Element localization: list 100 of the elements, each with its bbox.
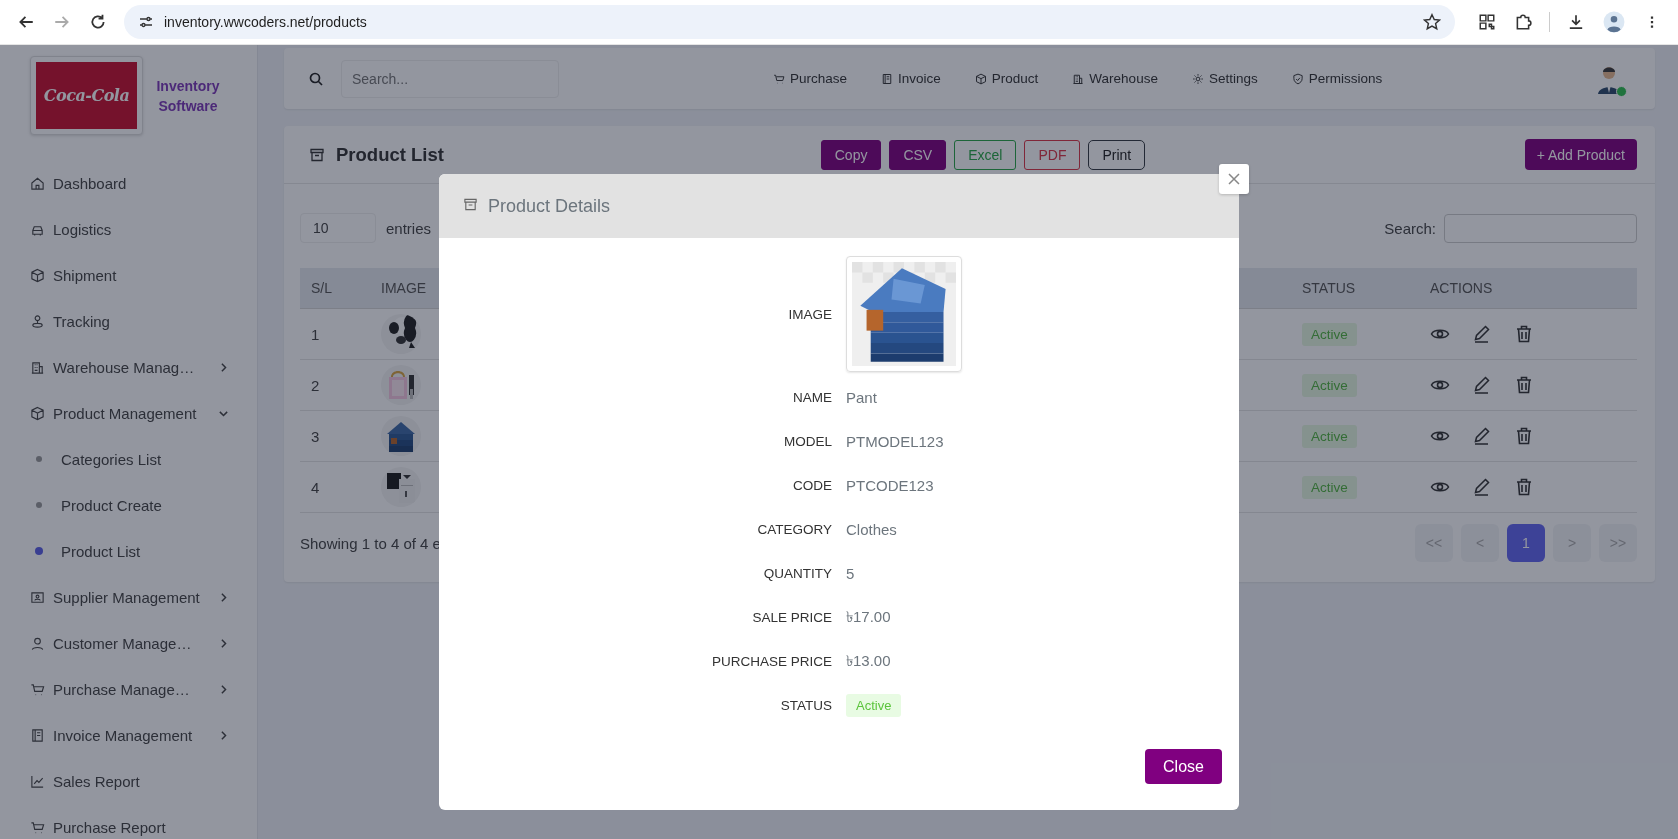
field-label: STATUS — [780, 697, 832, 713]
export-button[interactable]: Excel — [954, 139, 1017, 170]
field-label: MODEL — [784, 433, 832, 449]
edit-icon[interactable] — [1472, 324, 1492, 344]
document-icon — [30, 727, 45, 743]
status-badge: Active — [1302, 475, 1357, 499]
sidebar-item[interactable]: Warehouse Manag… — [30, 344, 230, 390]
export-button[interactable]: Print — [1088, 139, 1146, 170]
field-label: QUANTITY — [763, 565, 832, 581]
archive-box-icon — [463, 196, 478, 212]
sidebar-item[interactable]: Dashboard — [30, 160, 230, 206]
table-search-field[interactable] — [1444, 213, 1637, 243]
sidebar-item[interactable]: Logistics — [30, 206, 230, 252]
bookmark-star-icon[interactable] — [1423, 13, 1441, 31]
sidebar-item[interactable]: Customer Manage… — [30, 620, 230, 666]
sidebar-label: Purchase Report — [53, 818, 166, 836]
page-size-select[interactable]: 10 — [300, 213, 376, 243]
nav-link[interactable]: Purchase — [773, 71, 848, 86]
field-value: PTMODEL123 — [846, 432, 944, 450]
add-product-button[interactable]: + Add Product — [1524, 139, 1637, 170]
sidebar-item[interactable]: Product Management — [30, 390, 230, 436]
sidebar-item[interactable]: Purchase Manage… — [30, 666, 230, 712]
column-header: ACTIONS — [1429, 280, 1494, 296]
sidebar-label: Supplier Management — [53, 588, 200, 606]
trash-icon[interactable] — [1514, 375, 1534, 395]
field-label: CODE — [793, 477, 832, 493]
field-value: Clothes — [846, 520, 897, 538]
close-icon — [1226, 171, 1242, 187]
cart-icon — [30, 681, 45, 697]
sidebar-subitem[interactable]: Product List — [30, 528, 257, 574]
field-label: SALE PRICE — [752, 609, 832, 625]
modal-title: Product Details — [488, 195, 611, 217]
sidebar-label: Invoice Management — [53, 726, 193, 744]
sidebar-item[interactable]: Supplier Management — [30, 574, 230, 620]
archive-box-icon — [309, 146, 325, 163]
export-button[interactable]: PDF — [1024, 139, 1081, 170]
chart-icon — [30, 773, 45, 789]
id-card-icon — [30, 589, 45, 605]
table-cell-text: 1 — [310, 325, 321, 343]
table-cell-text: 4 — [310, 478, 321, 496]
close-icon-button[interactable] — [1219, 164, 1249, 194]
entries-label: entries — [386, 219, 432, 237]
sidebar-label: Customer Manage… — [53, 634, 192, 652]
person-pin-icon — [30, 313, 45, 329]
sidebar-label: Product Management — [53, 404, 197, 422]
card-title: Product List — [336, 143, 444, 166]
field-label: IMAGE — [788, 306, 832, 322]
export-button[interactable]: CSV — [889, 139, 947, 170]
sidebar-label: Logistics — [53, 220, 112, 238]
person-icon — [30, 635, 45, 651]
edit-icon[interactable] — [1472, 375, 1492, 395]
sidebar-item[interactable]: Tracking — [30, 298, 230, 344]
cube-icon — [30, 405, 45, 421]
sidebar-label: Product List — [61, 542, 141, 560]
sidebar-label: Warehouse Manag… — [53, 358, 195, 376]
field-value: 5 — [846, 564, 855, 582]
document-icon — [881, 72, 894, 85]
status-badge: Active — [1302, 322, 1357, 346]
close-button[interactable]: Close — [1145, 749, 1222, 784]
pagination-button[interactable]: 1 — [1507, 524, 1545, 562]
column-header: IMAGE — [380, 280, 428, 296]
search-field[interactable]: Search... — [341, 59, 559, 98]
home-icon — [30, 175, 45, 191]
edit-icon[interactable] — [1472, 477, 1492, 497]
field-label: PURCHASE PRICE — [711, 653, 832, 669]
column-header: S/L — [310, 280, 333, 296]
sidebar-item[interactable]: Sales Report — [30, 758, 230, 804]
field-value: PTCODE123 — [846, 476, 934, 494]
building-icon — [30, 359, 45, 375]
logo-text: Coca-Cola — [36, 62, 137, 129]
table-cell-text: 2 — [310, 376, 321, 394]
export-button[interactable]: Copy — [820, 139, 882, 170]
site-info-icon[interactable] — [138, 14, 154, 30]
sidebar-item[interactable]: Shipment — [30, 252, 230, 298]
edit-icon[interactable] — [1472, 426, 1492, 446]
cube-icon — [30, 267, 45, 283]
url-text: inventory.wwcoders.net/products — [164, 14, 367, 30]
nav-link[interactable]: Permissions — [1291, 71, 1383, 86]
building-icon — [1072, 72, 1085, 85]
search-icon — [308, 70, 324, 87]
trash-icon[interactable] — [1514, 426, 1534, 446]
sidebar-label: Categories List — [61, 450, 162, 468]
nav-link[interactable]: Settings — [1191, 71, 1258, 86]
nav-link[interactable]: Product — [974, 71, 1039, 86]
app-name: Inventory Software — [155, 76, 221, 116]
field-value: Pant — [846, 388, 877, 406]
field-label: CATEGORY — [757, 521, 832, 537]
field-value: ৳13.00 — [846, 650, 891, 671]
status-badge: Active — [1302, 373, 1357, 397]
sidebar-subitem[interactable]: Categories List — [30, 436, 257, 482]
table-cell-text: 3 — [310, 427, 321, 445]
nav-link[interactable]: Warehouse — [1072, 71, 1158, 86]
sidebar-item[interactable]: Purchase Report — [30, 804, 230, 839]
trash-icon[interactable] — [1514, 324, 1534, 344]
trash-icon[interactable] — [1514, 477, 1534, 497]
sidebar-subitem[interactable]: Product Create — [30, 482, 257, 528]
sidebar-item[interactable]: Invoice Management — [30, 712, 230, 758]
address-bar[interactable]: inventory.wwcoders.net/products — [124, 5, 1455, 39]
sidebar-label: Tracking — [53, 312, 110, 330]
nav-link[interactable]: Invoice — [881, 71, 941, 86]
